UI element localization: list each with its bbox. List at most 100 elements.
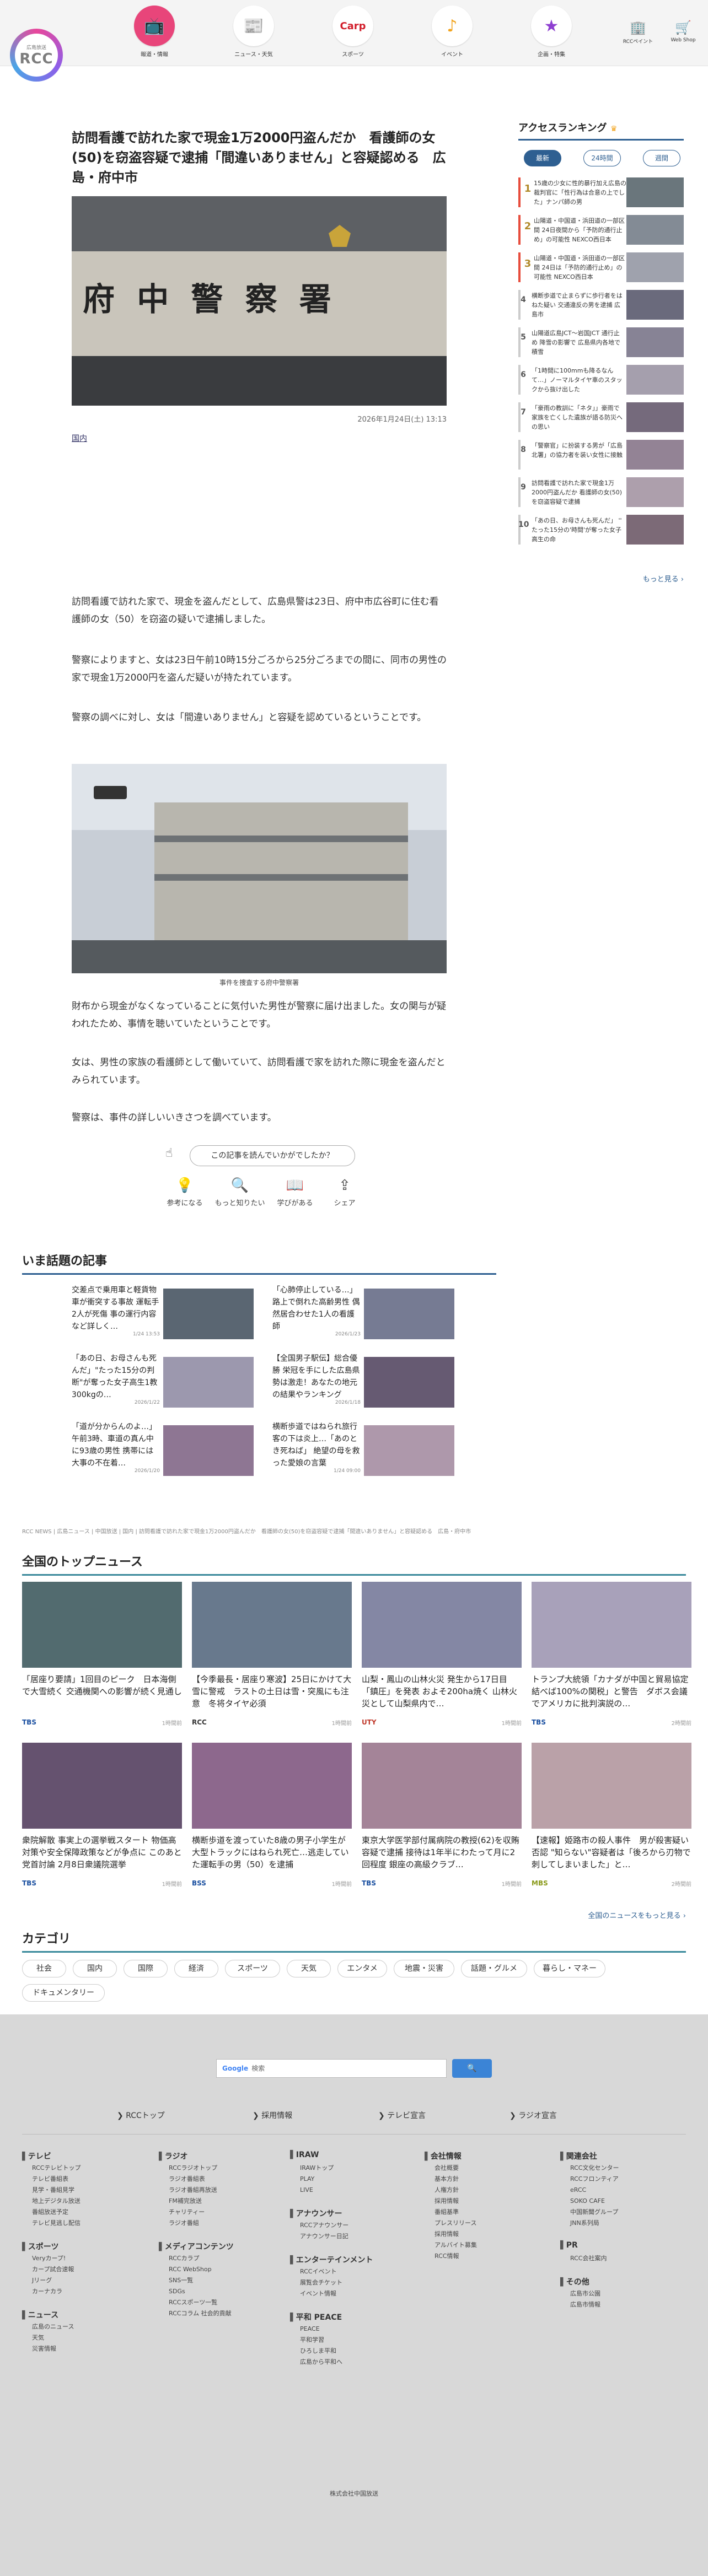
category-chip[interactable]: 天気 xyxy=(287,1960,331,1977)
category-chip[interactable]: 国内 xyxy=(73,1960,117,1977)
ranking-tab-24h[interactable]: 24時間 xyxy=(583,150,621,166)
footer-link[interactable]: RCCイベント xyxy=(300,2266,342,2277)
footer-link[interactable]: 広島市公園 xyxy=(570,2288,600,2299)
footer-heading[interactable]: ▌アナウンサー xyxy=(290,2208,342,2219)
ranking-tab-latest[interactable]: 最新 xyxy=(524,150,561,166)
top-news-more-link[interactable]: 全国のニュースをもっと見る › xyxy=(551,1910,686,1920)
footer-link[interactable]: RCC会社案内 xyxy=(570,2253,607,2264)
top-news-item[interactable]: トランプ大統領「カナダが中国と貿易協定結べば100%の関税」と警告 ダボス会議で… xyxy=(532,1582,691,1731)
top-news-item[interactable]: 山梨・鳳山の山林火災 発生から17日目「鎮圧」を発表 およそ200ha焼く 山林… xyxy=(362,1582,522,1731)
footer-link[interactable]: 展覧会チケット xyxy=(300,2277,342,2288)
footer-link[interactable]: RCC情報 xyxy=(435,2251,477,2262)
footer-link[interactable]: RCCカラプ xyxy=(169,2253,232,2264)
footer-link[interactable]: 広島のニュース xyxy=(32,2321,74,2332)
footer-heading[interactable]: ▌会社情報 xyxy=(425,2151,462,2162)
ranking-item[interactable]: 9 訪問看護で訪れた家で現金1万2000円盗んだか 看護師の女(50)を窃盗容疑で… xyxy=(518,477,684,511)
footer-link[interactable]: カーナカラ xyxy=(32,2286,74,2297)
trending-item[interactable]: 横断歩道ではねられ旅行客の下は炎上…「あのとき死ねば」 絶望の母を救った愛娘の言… xyxy=(272,1421,454,1476)
ranking-item[interactable]: 7 「豪雨の教訓に「ネタ」」豪雨で家族を亡くした遺族が語る防災への思い xyxy=(518,402,684,436)
footer-heading[interactable]: ▌PR xyxy=(560,2241,578,2250)
article-category-link[interactable]: 国内 xyxy=(72,433,87,444)
footer-link[interactable]: カープ試合速報 xyxy=(32,2264,74,2275)
footer-link[interactable]: テレビ番組表 xyxy=(32,2174,81,2185)
footer-link[interactable]: イベント情報 xyxy=(300,2288,342,2299)
category-chip[interactable]: 話題・グルメ xyxy=(461,1960,527,1977)
footer-link[interactable]: 採用情報 xyxy=(435,2229,477,2240)
footer-link[interactable]: RCCフロンティア xyxy=(570,2174,619,2185)
ranking-tab-weekly[interactable]: 週間 xyxy=(643,150,680,166)
footer-link[interactable]: チャリティー xyxy=(169,2207,217,2218)
ranking-item[interactable]: 1 15歳の少女に性的暴行加え広島の裁判官に「性行為は合意の上でした」ナンパ師の男 xyxy=(518,177,684,212)
footer-link[interactable]: 広島から平和へ xyxy=(300,2357,342,2368)
ranking-item[interactable]: 2 山陽道・中国道・浜田道の一部区間 24日夜間から「予防的通行止め」の可能性 N… xyxy=(518,215,684,249)
top-news-item[interactable]: 【速報】姫路市の殺人事件 男が殺害疑い否認 "知らない"容疑者は「後ろから刃物で… xyxy=(532,1743,691,1891)
share-button[interactable]: ⇪ シェア xyxy=(314,1177,375,1208)
footer-link[interactable]: Jリーグ xyxy=(32,2275,74,2286)
footer-link[interactable]: SNS一覧 xyxy=(169,2275,232,2286)
category-chip[interactable]: 暮らし・マネー xyxy=(534,1960,605,1977)
trending-item[interactable]: 「心肺停止している…」路上で倒れた高齢男性 偶然居合わせた1人の看護師 2026/… xyxy=(272,1284,454,1339)
footer-heading[interactable]: ▌エンターテインメント xyxy=(290,2254,373,2265)
footer-link[interactable]: PEACE xyxy=(300,2324,342,2335)
top-news-item[interactable]: 東京大学医学部付属病院の教授(62)を収賄容疑で逮捕 接待は1年半にわたって月に… xyxy=(362,1743,522,1891)
category-chip[interactable]: 社会 xyxy=(22,1960,66,1977)
ranking-item[interactable]: 8 「警察官」に扮装する男が「広島北署」の協力者を装い女性に接触 xyxy=(518,440,684,474)
category-chip[interactable]: エンタメ xyxy=(337,1960,387,1977)
footer-top-link[interactable]: ❯ ラジオ宣言 xyxy=(509,2110,557,2121)
footer-link[interactable]: ラジオ番組 xyxy=(169,2218,217,2229)
footer-link[interactable]: テレビ見逃し配信 xyxy=(32,2218,81,2229)
ranking-item[interactable]: 5 山陽道広島JCT～岩国JCT 通行止め 降雪の影響で 広島県内各地で積雪 xyxy=(518,327,684,362)
footer-link[interactable]: 地上デジタル放送 xyxy=(32,2196,81,2207)
site-search-button[interactable]: 🔍 xyxy=(452,2059,492,2078)
ranking-item[interactable]: 3 山陽道・中国道・浜田道の一部区間 24日は「予防的通行止め」の可能性 NEXC… xyxy=(518,252,684,287)
footer-link[interactable]: 採用情報 xyxy=(435,2196,477,2207)
nav-item-news[interactable]: 📰 ニュース・天気 xyxy=(226,6,281,58)
footer-link[interactable]: 番組基準 xyxy=(435,2207,477,2218)
top-news-item[interactable]: 衆院解散 事実上の選挙戦スタート 物価高対策や安全保障政策などが争点に このあと… xyxy=(22,1743,182,1891)
footer-link[interactable]: アルバイト募集 xyxy=(435,2240,477,2251)
trending-item[interactable]: 「道が分からんのよ…」午前3時、車道の真ん中に93歳の男性 携帯には大事の不在着… xyxy=(72,1421,254,1476)
footer-link[interactable]: JNN系列局 xyxy=(570,2218,619,2229)
category-chip[interactable]: スポーツ xyxy=(225,1960,280,1977)
footer-heading[interactable]: ▌関連会社 xyxy=(560,2151,597,2162)
footer-link[interactable]: RCCコラム 社会的貢献 xyxy=(169,2308,232,2319)
nav-item-tv[interactable]: 📺 報道・情報 xyxy=(127,6,182,58)
footer-link[interactable]: アナウンサー日記 xyxy=(300,2231,348,2242)
category-chip[interactable]: ドキュメンタリー xyxy=(22,1984,105,2002)
nav-item-sports[interactable]: Carp スポーツ xyxy=(325,6,380,58)
ranking-item[interactable]: 4 横断歩道で止まらずに歩行者をはねた疑い 交通違反の男を逮捕 広島市 xyxy=(518,290,684,324)
ranking-item[interactable]: 6 「1時間に100mmも降るなんて…」ノーマルタイヤ車のスタックから抜け出した xyxy=(518,365,684,399)
footer-link[interactable]: RCC文化センター xyxy=(570,2163,619,2174)
footer-link[interactable]: 平和学習 xyxy=(300,2335,342,2346)
footer-link[interactable]: IRAWトップ xyxy=(300,2163,334,2174)
footer-link[interactable]: RCCテレビトップ xyxy=(32,2163,81,2174)
footer-link[interactable]: 会社概要 xyxy=(435,2163,477,2174)
category-chip[interactable]: 経済 xyxy=(174,1960,218,1977)
category-chip[interactable]: 国際 xyxy=(124,1960,168,1977)
trending-item[interactable]: 「あの日、お母さんも死んだ」"たった15分の判断"が奪った女子高生1教300kg… xyxy=(72,1352,254,1408)
trending-item[interactable]: 交差点で乗用車と軽貨物車が衝突する事故 運転手2人が死傷 事の運行内容など詳しく… xyxy=(72,1284,254,1339)
footer-link[interactable]: プレスリリース xyxy=(435,2218,477,2229)
footer-link[interactable]: 天気 xyxy=(32,2332,74,2343)
nav-item-feature[interactable]: ★ 企画・特集 xyxy=(524,6,579,58)
footer-link[interactable]: SDGs xyxy=(169,2286,232,2297)
footer-heading[interactable]: ▌平和 PEACE xyxy=(290,2311,342,2322)
footer-link[interactable]: LIVE xyxy=(300,2185,334,2196)
category-chip[interactable]: 地震・災害 xyxy=(394,1960,454,1977)
footer-link[interactable]: 中国新聞グループ xyxy=(570,2207,619,2218)
ranking-item[interactable]: 10 「あの日、お母さんも死んだ」 '' たった15分の'時間'が奪った女子高生の… xyxy=(518,515,684,549)
footer-link[interactable]: RCCアナウンサー xyxy=(300,2220,348,2231)
footer-heading[interactable]: ▌IRAW xyxy=(290,2151,319,2159)
footer-link[interactable]: ラジオ番組表 xyxy=(169,2174,217,2185)
header-link-webshop[interactable]: 🛒 Web Shop xyxy=(664,20,702,43)
footer-link[interactable]: ラジオ番組再放送 xyxy=(169,2185,217,2196)
nav-item-event[interactable]: ♪ イベント xyxy=(425,6,480,58)
footer-heading[interactable]: ▌ラジオ xyxy=(159,2151,188,2162)
footer-heading[interactable]: ▌ニュース xyxy=(22,2309,58,2320)
trending-item[interactable]: 【全国男子駅伝】総合優勝 栄冠を手にした広島県勢は激走！あなたの地元の結果やラン… xyxy=(272,1352,454,1408)
footer-link[interactable]: Veryカープ! xyxy=(32,2253,74,2264)
footer-top-link[interactable]: ❯ RCCトップ xyxy=(117,2110,165,2121)
footer-link[interactable]: SOKO CAFE xyxy=(570,2196,619,2207)
footer-link[interactable]: RCC WebShop xyxy=(169,2264,232,2275)
footer-link[interactable]: 見学・番組見学 xyxy=(32,2185,81,2196)
